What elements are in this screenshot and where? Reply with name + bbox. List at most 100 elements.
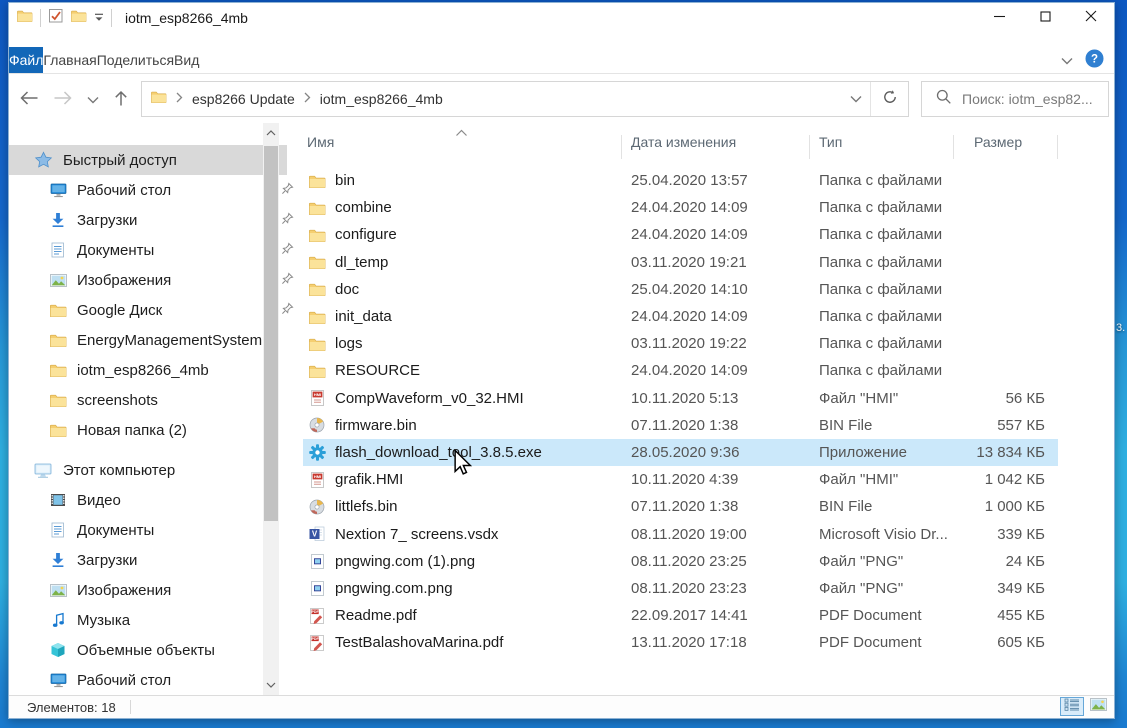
file-name-cell: combine: [307, 199, 631, 216]
refresh-button[interactable]: [870, 82, 908, 116]
address-dropdown-button[interactable]: [842, 82, 870, 116]
sidebar-item[interactable]: Новая папка (2): [9, 415, 302, 445]
qat-checkbox-icon[interactable]: [48, 8, 64, 29]
sidebar-item[interactable]: Изображения: [9, 575, 302, 605]
back-button[interactable]: [19, 90, 39, 111]
column-divider[interactable]: [809, 135, 810, 159]
forward-button[interactable]: [53, 90, 73, 111]
maximize-button[interactable]: [1022, 3, 1068, 33]
up-button[interactable]: [113, 89, 129, 112]
ribbon-tab[interactable]: Поделиться: [97, 47, 174, 73]
sidebar-item-quick-access[interactable]: Быстрый доступ: [9, 145, 287, 175]
file-date-cell: 10.11.2020 4:39: [631, 471, 819, 488]
search-icon: [936, 89, 952, 110]
computer-icon: [33, 463, 53, 478]
file-date-cell: 25.04.2020 13:57: [631, 172, 819, 189]
column-divider[interactable]: [953, 135, 954, 159]
scroll-down-icon[interactable]: [263, 677, 279, 693]
file-row[interactable]: PDF TestBalashovaMarina.pdf 13.11.2020 1…: [303, 629, 1058, 656]
file-row[interactable]: doc 25.04.2020 14:10 Папка с файлами: [303, 276, 1058, 303]
recent-locations-chevron-icon[interactable]: [87, 91, 99, 109]
file-row[interactable]: pngwing.com (1).png 08.11.2020 23:25 Фай…: [303, 548, 1058, 575]
close-button[interactable]: [1068, 3, 1114, 33]
column-divider[interactable]: [1057, 135, 1058, 159]
sidebar-item[interactable]: Документы: [9, 235, 302, 265]
sidebar-item-this-pc[interactable]: Этот компьютер: [9, 455, 287, 485]
sidebar-item[interactable]: Загрузки: [9, 205, 302, 235]
breadcrumb: esp8266 Update iotm_esp8266_4mb: [142, 90, 842, 108]
column-header-size[interactable]: Размер: [953, 134, 1045, 150]
column-header-type[interactable]: Тип: [819, 134, 953, 150]
quick-access-items: Рабочий стол Загрузки Документы: [9, 175, 302, 445]
file-row[interactable]: PDF Readme.pdf 22.09.2017 14:41 PDF Docu…: [303, 602, 1058, 629]
file-date-cell: 13.11.2020 17:18: [631, 634, 819, 651]
sidebar-item[interactable]: Загрузки: [9, 545, 302, 575]
file-row[interactable]: combine 24.04.2020 14:09 Папка с файлами: [303, 194, 1058, 221]
file-row[interactable]: flash_download_tool_3.8.5.exe 28.05.2020…: [303, 439, 1058, 466]
file-type-cell: Папка с файлами: [819, 172, 953, 189]
breadcrumb-item[interactable]: iotm_esp8266_4mb: [320, 91, 443, 107]
gear-icon: [307, 444, 327, 461]
file-date-cell: 24.04.2020 14:09: [631, 226, 819, 243]
thumbnails-view-button[interactable]: [1086, 697, 1110, 716]
sidebar-item[interactable]: iotm_esp8266_4mb: [9, 355, 302, 385]
png-icon: [307, 581, 327, 596]
file-row[interactable]: init_data 24.04.2020 14:09 Папка с файла…: [303, 303, 1058, 330]
file-row[interactable]: configure 24.04.2020 14:09 Папка с файла…: [303, 221, 1058, 248]
ribbon-tab[interactable]: Вид: [174, 47, 199, 73]
file-row[interactable]: logs 03.11.2020 19:22 Папка с файлами: [303, 330, 1058, 357]
address-bar[interactable]: esp8266 Update iotm_esp8266_4mb: [141, 81, 909, 117]
column-header-date[interactable]: Дата изменения: [631, 134, 819, 150]
ribbon-tab[interactable]: Файл: [9, 47, 43, 73]
desktop-icon: [48, 673, 68, 688]
scrollbar-thumb[interactable]: [264, 146, 278, 521]
breadcrumb-item[interactable]: esp8266 Update: [192, 91, 295, 107]
pdf-icon: PDF: [307, 608, 327, 624]
file-size-cell: 557 КБ: [953, 417, 1045, 434]
scroll-up-icon[interactable]: [263, 125, 279, 141]
collapse-ribbon-icon[interactable]: [1061, 52, 1073, 70]
breadcrumb-chevron-icon[interactable]: [304, 90, 311, 108]
svg-text:V: V: [312, 530, 318, 539]
sidebar-item[interactable]: Объемные объекты: [9, 635, 302, 665]
folder-icon: [48, 393, 68, 407]
sidebar-item[interactable]: screenshots: [9, 385, 302, 415]
help-icon[interactable]: ?: [1085, 49, 1104, 73]
file-name-cell: firmware.bin: [307, 417, 631, 434]
file-row[interactable]: pngwing.com.png 08.11.2020 23:23 Файл "P…: [303, 575, 1058, 602]
file-type-cell: Приложение: [819, 444, 953, 461]
file-row[interactable]: V Nextion 7_ screens.vsdx 08.11.2020 19:…: [303, 520, 1058, 547]
qat-customize-chevron-icon[interactable]: [94, 9, 104, 27]
sidebar-item[interactable]: Рабочий стол: [9, 665, 302, 695]
sidebar-item[interactable]: Рабочий стол: [9, 175, 302, 205]
sidebar-item[interactable]: Видео: [9, 485, 302, 515]
file-date-cell: 07.11.2020 1:38: [631, 417, 819, 434]
file-name-cell: RESOURCE: [307, 362, 631, 379]
file-row[interactable]: bin 25.04.2020 13:57 Папка с файлами: [303, 167, 1058, 194]
sidebar-item[interactable]: Документы: [9, 515, 302, 545]
file-name-cell: doc: [307, 281, 631, 298]
file-row[interactable]: HMI CompWaveform_v0_32.HMI 10.11.2020 5:…: [303, 385, 1058, 412]
search-input[interactable]: Поиск: iotm_esp82...: [921, 81, 1109, 117]
breadcrumb-chevron-icon[interactable]: [176, 90, 183, 108]
items-count: Элементов: 18: [27, 700, 116, 715]
sidebar-scrollbar[interactable]: [263, 123, 279, 695]
ribbon-tab[interactable]: Главная: [43, 47, 96, 73]
column-divider[interactable]: [621, 135, 622, 159]
details-view-icon: [1064, 698, 1080, 716]
sidebar-item[interactable]: Изображения: [9, 265, 302, 295]
file-row[interactable]: firmware.bin 07.11.2020 1:38 BIN File 55…: [303, 412, 1058, 439]
file-row[interactable]: RESOURCE 24.04.2020 14:09 Папка с файлам…: [303, 357, 1058, 384]
file-row[interactable]: littlefs.bin 07.11.2020 1:38 BIN File 1 …: [303, 493, 1058, 520]
details-view-button[interactable]: [1060, 697, 1084, 716]
file-row[interactable]: dl_temp 03.11.2020 19:21 Папка с файлами: [303, 249, 1058, 276]
sidebar-item[interactable]: EnergyManagementSystemN: [9, 325, 302, 355]
file-name-cell: HMI CompWaveform_v0_32.HMI: [307, 390, 631, 407]
file-row[interactable]: HMI grafik.HMI 10.11.2020 4:39 Файл "HMI…: [303, 466, 1058, 493]
qat-new-folder-icon[interactable]: [71, 9, 87, 27]
sidebar-item[interactable]: Музыка: [9, 605, 302, 635]
minimize-button[interactable]: [976, 3, 1022, 33]
sort-ascending-icon[interactable]: [455, 124, 468, 140]
sidebar-item[interactable]: Google Диск: [9, 295, 302, 325]
file-date-cell: 08.11.2020 23:23: [631, 580, 819, 597]
